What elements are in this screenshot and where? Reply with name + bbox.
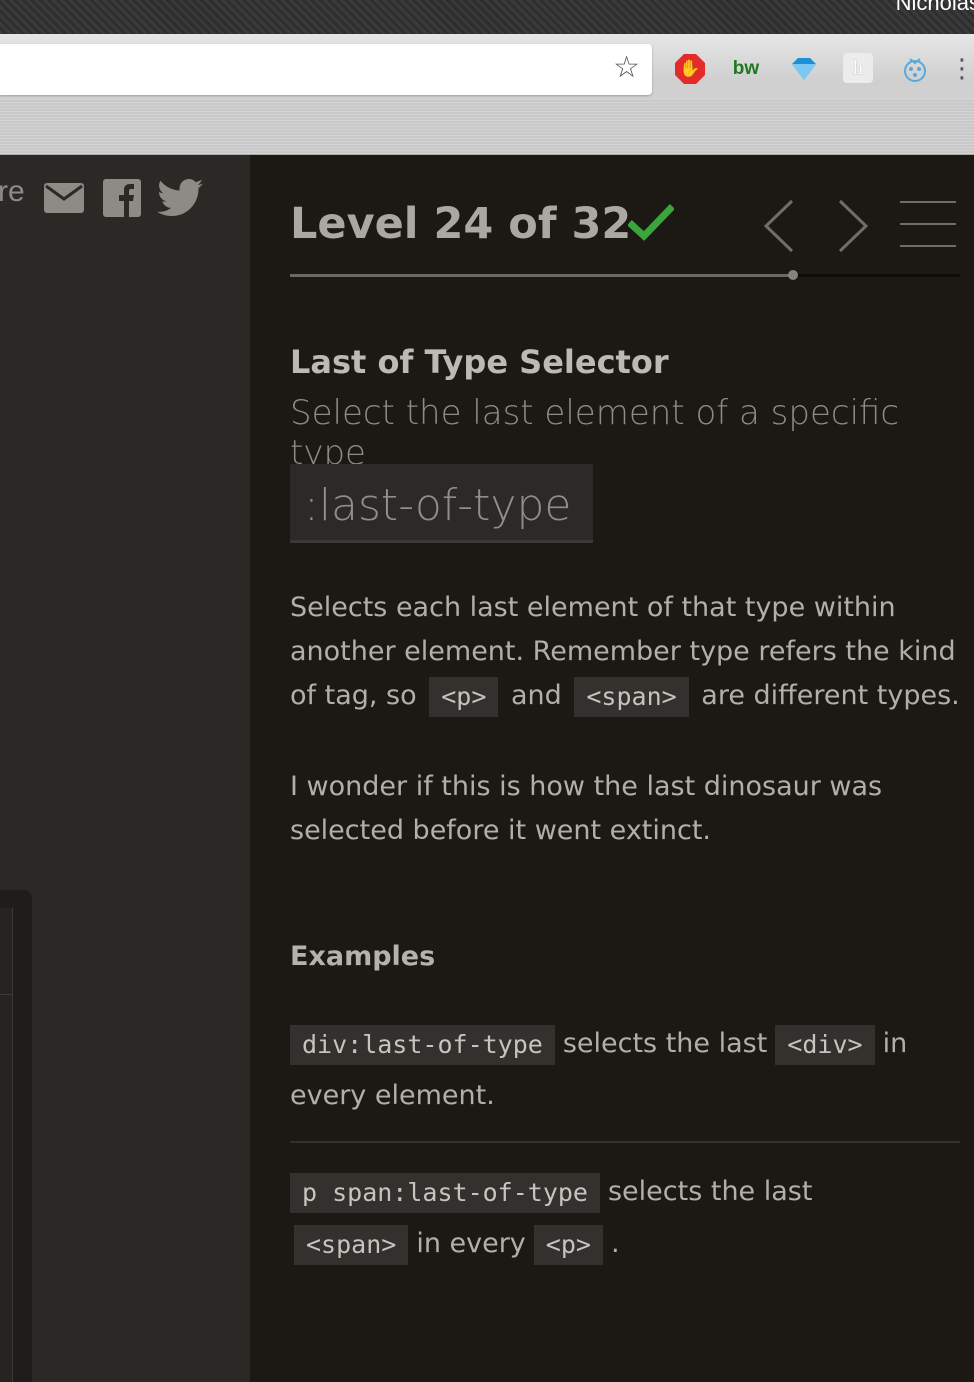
- facebook-icon[interactable]: [102, 178, 142, 218]
- examples-heading: Examples: [290, 941, 436, 972]
- completed-check-icon: [628, 204, 674, 241]
- selector-note: I wonder if this is how the last dinosau…: [290, 765, 950, 853]
- email-icon-shape: [44, 183, 84, 213]
- description-line: of tag, so <p> and <span> are different …: [290, 674, 974, 718]
- example-code: <span>: [294, 1224, 409, 1265]
- example-code: <div>: [775, 1024, 875, 1065]
- previous-level-button[interactable]: [762, 199, 796, 253]
- next-level-button[interactable]: [836, 199, 870, 253]
- browser-toolbar: ☆ ✋ bw h ⋮: [0, 34, 974, 155]
- note-line: I wonder if this is how the last dinosau…: [290, 771, 883, 802]
- h-icon[interactable]: h: [843, 53, 873, 83]
- left-panel: [0, 155, 250, 1382]
- selector-syntax-text: :last-of-type: [304, 480, 572, 531]
- example-text: in every: [416, 1228, 526, 1259]
- share-label: re: [0, 175, 25, 208]
- bw-icon[interactable]: bw: [730, 53, 762, 85]
- selector-name: Last of Type Selector: [290, 343, 669, 381]
- description-text: of tag, so: [290, 680, 417, 711]
- selector-syntax: :last-of-type: [290, 464, 593, 543]
- email-icon[interactable]: [44, 178, 84, 218]
- example-divider: [290, 1141, 960, 1143]
- os-user-name[interactable]: Nicholas: [896, 0, 974, 16]
- example-code: div:last-of-type: [290, 1024, 555, 1065]
- selector-subtitle: Select the last element of a specific ty…: [290, 393, 900, 473]
- bw-icon-label: bw: [732, 58, 760, 79]
- code-tag-span: <span>: [574, 676, 689, 717]
- bookmark-star-icon[interactable]: ☆: [613, 53, 640, 83]
- description-text: and: [510, 680, 562, 711]
- example-text: selects the last: [607, 1176, 813, 1207]
- adblock-icon[interactable]: ✋: [674, 53, 706, 85]
- example-text: every element.: [290, 1080, 495, 1111]
- example-text: in: [882, 1028, 908, 1059]
- note-line: selected before it went extinct.: [290, 815, 712, 846]
- level-indicator: Level 24 of 32: [290, 199, 632, 249]
- address-bar[interactable]: ☆: [0, 44, 652, 95]
- sparkle-icon[interactable]: [899, 53, 931, 85]
- example-code: <p>: [533, 1224, 603, 1265]
- progress-completed: [290, 274, 793, 277]
- selector-description: Selects each last element of that type w…: [290, 586, 974, 718]
- toolbar-background: [0, 100, 974, 154]
- gem-icon-shape: [792, 58, 816, 80]
- sparkle-icon-shape: [904, 58, 926, 82]
- example-text: .: [610, 1228, 620, 1259]
- facebook-icon-shape: [103, 179, 141, 217]
- description-line: Selects each last element of that type w…: [290, 592, 896, 623]
- instructions-panel: Level 24 of 32 Last of Type Selector Sel…: [250, 155, 974, 1382]
- browser-menu-icon[interactable]: ⋮: [949, 53, 974, 85]
- twitter-icon[interactable]: [156, 178, 204, 218]
- h-icon-label: h: [853, 56, 863, 79]
- description-text: are different types.: [701, 680, 960, 711]
- example-item: p span:last-of-type selects the last <spa…: [290, 1166, 970, 1270]
- os-menubar: Nicholas: [0, 0, 974, 34]
- level-menu-button[interactable]: [900, 201, 956, 267]
- editor-frame: [0, 890, 32, 1382]
- example-text: selects the last: [562, 1028, 768, 1059]
- example-item: div:last-of-type selects the last <div> in …: [290, 1018, 970, 1122]
- gem-icon[interactable]: [788, 53, 820, 85]
- editor-gutter: [0, 908, 13, 1382]
- progress-remaining: [793, 274, 960, 277]
- twitter-icon-shape: [157, 179, 203, 216]
- code-tag-p: <p>: [429, 676, 499, 717]
- example-code: p span:last-of-type: [290, 1172, 600, 1213]
- level-progress-bar: [290, 270, 960, 280]
- editor-divider: [0, 994, 12, 995]
- description-line: another element. Remember type refers th…: [290, 636, 956, 667]
- progress-marker: [788, 270, 798, 280]
